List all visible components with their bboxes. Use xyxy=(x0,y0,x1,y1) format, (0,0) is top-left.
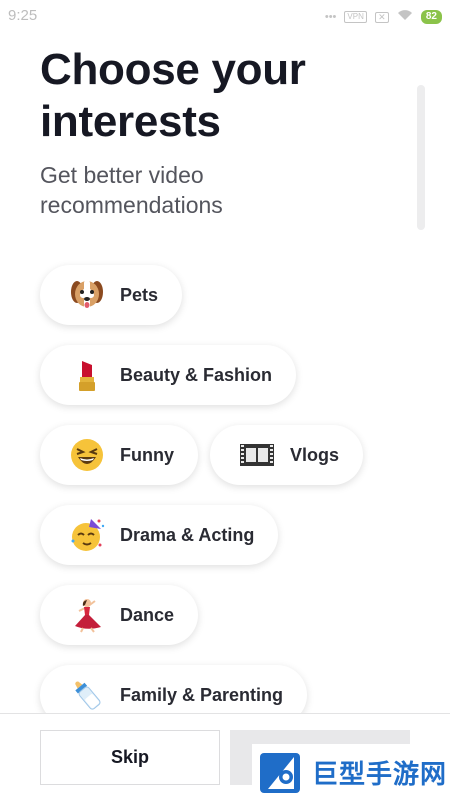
dancer-icon xyxy=(68,596,106,634)
skip-button[interactable]: Skip xyxy=(40,730,220,785)
wifi-icon xyxy=(397,8,413,26)
chip-row: Beauty & Fashion xyxy=(40,345,420,405)
dog-face-icon xyxy=(68,276,106,314)
status-bar: 9:25 ••• VPN ✕ 82 xyxy=(0,0,450,32)
battery-indicator: 82 xyxy=(420,10,442,24)
chip-row: Pets xyxy=(40,265,420,325)
interest-chip-label: Pets xyxy=(120,284,159,305)
baby-bottle-icon xyxy=(68,676,106,714)
watermark-text: 巨型手游网 xyxy=(312,758,448,789)
interest-chip-label: Family & Parenting xyxy=(120,684,284,705)
laughing-face-icon xyxy=(68,436,106,474)
interest-chip-label: Dance xyxy=(120,604,175,625)
chip-row: Funny Vlogs xyxy=(40,425,420,485)
dots-icon: ••• xyxy=(324,11,337,23)
lipstick-icon xyxy=(68,356,106,394)
page-subtitle: Get better video recommendations xyxy=(40,162,223,218)
watermark: 巨型手游网 xyxy=(252,744,450,800)
interest-chip-drama-acting[interactable]: Drama & Acting xyxy=(40,505,279,565)
interest-chip-label: Beauty & Fashion xyxy=(120,364,273,385)
sim-x-icon: ✕ xyxy=(374,11,389,23)
chip-row: Drama & Acting xyxy=(40,505,420,565)
interest-chip-label: Drama & Acting xyxy=(120,524,255,545)
interest-chip-funny[interactable]: Funny xyxy=(40,425,198,485)
interest-chip-vlogs[interactable]: Vlogs xyxy=(210,425,364,485)
chip-row: Dance xyxy=(40,585,420,645)
interests-list: Pets Beauty & Fashion Funny Vlogs Drama … xyxy=(40,265,420,745)
interest-chip-pets[interactable]: Pets xyxy=(40,265,183,325)
scroll-indicator[interactable] xyxy=(417,85,425,230)
status-icons: ••• VPN ✕ 82 xyxy=(325,8,442,26)
vpn-icon: VPN xyxy=(344,11,367,23)
interest-chip-label: Funny xyxy=(120,444,174,465)
page-title: Choose your interests xyxy=(40,45,306,146)
watermark-logo-icon xyxy=(258,749,304,795)
status-time: 9:25 xyxy=(8,7,38,24)
film-frames-icon xyxy=(238,436,276,474)
interest-chip-label: Vlogs xyxy=(290,444,340,465)
interest-chip-beauty-fashion[interactable]: Beauty & Fashion xyxy=(40,345,297,405)
interest-chip-dance[interactable]: Dance xyxy=(40,585,199,645)
partying-face-icon xyxy=(68,516,106,554)
